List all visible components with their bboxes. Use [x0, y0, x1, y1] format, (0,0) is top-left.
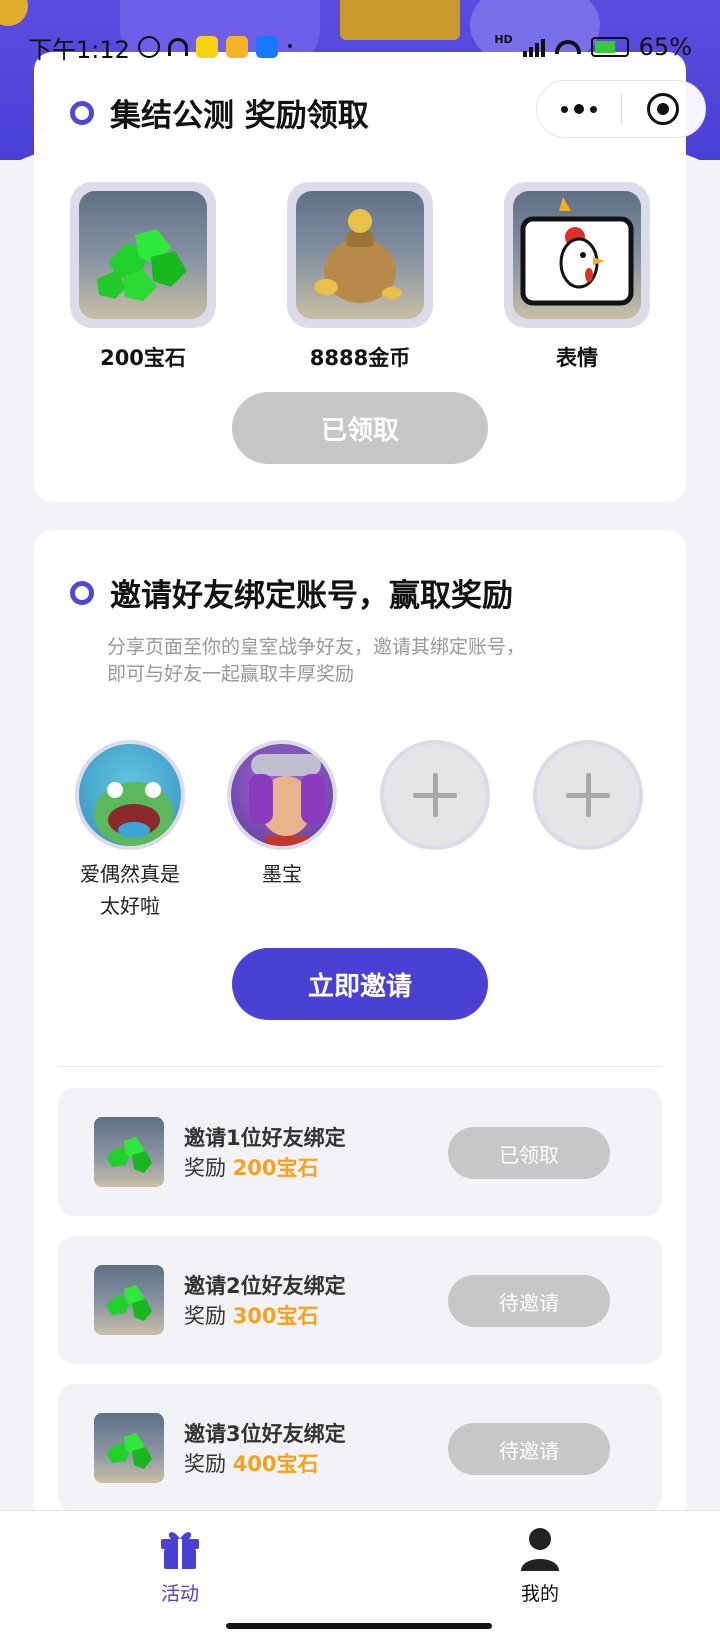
status-time: 下午1:12: [28, 35, 130, 64]
user-icon: [517, 1525, 563, 1571]
more-dots-icon[interactable]: [537, 104, 621, 114]
friend-name: 爱偶然真是 太好啦: [80, 862, 180, 918]
friend-slot-1: 爱偶然真是 太好啦: [75, 740, 185, 922]
launch-reward-card: 集结公测 奖励领取 200宝石 8888金币 表情 已领取: [34, 52, 706, 502]
gift-icon: [157, 1525, 203, 1571]
signal-icon: [522, 37, 545, 57]
ring-bullet-icon: [70, 580, 94, 605]
reward-label: 表情: [556, 346, 598, 370]
alarm-icon: [137, 36, 160, 58]
home-indicator[interactable]: [226, 1623, 492, 1629]
friend-slot-2: 墨宝: [227, 740, 337, 890]
plus-icon: [413, 773, 457, 817]
message-notify-icon: [225, 36, 248, 58]
friend-slot-empty-2[interactable]: [533, 740, 643, 850]
tab-activity[interactable]: 活动: [120, 1525, 240, 1606]
reward-emote: 表情: [504, 182, 650, 372]
task-title: 邀请3位好友绑定: [184, 1422, 346, 1446]
avatar: [227, 740, 337, 850]
plus-icon: [566, 773, 610, 817]
wifi-icon: [554, 40, 581, 54]
gems-icon: [94, 1117, 164, 1187]
launch-reward-title: 集结公测 奖励领取: [70, 90, 369, 135]
task-status-button[interactable]: 待邀请: [448, 1275, 610, 1327]
task-reward: 奖励 200宝石: [184, 1156, 319, 1180]
target-close-icon[interactable]: [622, 93, 706, 125]
task-status-button[interactable]: 已领取: [448, 1127, 610, 1179]
status-bar: 下午1:12 • HD 65%: [28, 30, 692, 64]
invite-description: 分享页面至你的皇室战争好友，邀请其绑定账号， 即可与好友一起赢取丰厚奖励: [107, 636, 526, 685]
friend-slot-empty-1[interactable]: [380, 740, 490, 850]
alipay-icon: [255, 36, 278, 58]
task-reward: 奖励 300宝石: [184, 1304, 319, 1328]
invite-task-2: 邀请2位好友绑定 奖励 300宝石 待邀请: [58, 1236, 662, 1364]
add-friend-slot[interactable]: [533, 740, 643, 850]
invite-now-button[interactable]: 立即邀请: [232, 948, 488, 1020]
gems-icon: [79, 191, 207, 319]
avatar: [75, 740, 185, 850]
add-friend-slot[interactable]: [380, 740, 490, 850]
gold-bag-icon: [296, 191, 424, 319]
invite-title: 邀请好友绑定账号，赢取奖励: [70, 570, 513, 615]
reward-label: 200宝石: [100, 346, 186, 370]
battery-icon: [590, 37, 629, 57]
invite-task-1: 邀请1位好友绑定 奖励 200宝石 已领取: [58, 1088, 662, 1216]
chicken-emote-icon: [513, 191, 641, 319]
mini-program-capsule: [536, 80, 706, 138]
ring-bullet-icon: [70, 100, 94, 125]
network-type: HD: [494, 33, 513, 46]
headphone-icon: [167, 38, 188, 56]
task-status-button[interactable]: 待邀请: [448, 1423, 610, 1475]
reward-label: 8888金币: [309, 346, 411, 370]
invite-card: 邀请好友绑定账号，赢取奖励 分享页面至你的皇室战争好友，邀请其绑定账号， 即可与…: [34, 530, 686, 1530]
friend-name: 墨宝: [262, 862, 302, 886]
gems-icon: [94, 1265, 164, 1335]
tab-label: 活动: [160, 1583, 199, 1605]
invite-task-3: 邀请3位好友绑定 奖励 400宝石 待邀请: [58, 1384, 662, 1512]
task-title: 邀请2位好友绑定: [184, 1274, 346, 1298]
task-title: 邀请1位好友绑定: [184, 1126, 346, 1150]
coin-art: [0, 0, 28, 26]
battery-level: 65%: [638, 33, 692, 61]
bottom-tab-bar: 活动 我的: [0, 1510, 720, 1640]
reward-gold: 8888金币: [287, 182, 433, 372]
divider: [58, 1066, 662, 1067]
app-notify-icon: [195, 36, 218, 58]
reward-gems: 200宝石: [70, 182, 216, 372]
task-reward: 奖励 400宝石: [184, 1452, 319, 1476]
claim-button[interactable]: 已领取: [232, 392, 488, 464]
tab-label: 我的: [520, 1583, 559, 1605]
tab-mine[interactable]: 我的: [480, 1525, 600, 1606]
gems-icon: [94, 1413, 164, 1483]
